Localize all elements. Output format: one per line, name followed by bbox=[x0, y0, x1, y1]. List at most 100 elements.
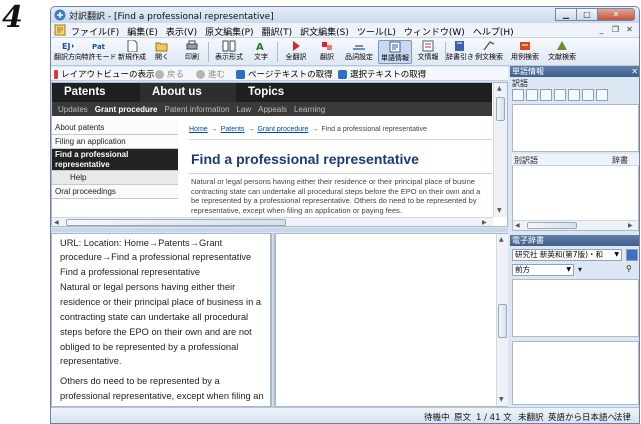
scroll-up-icon[interactable]: ▲ bbox=[499, 236, 504, 243]
target-vertical-scrollbar[interactable]: ▲ ▼ bbox=[496, 234, 508, 406]
word-tool-6-icon[interactable] bbox=[582, 89, 594, 101]
match-direction-select[interactable]: 前方 ▼ bbox=[512, 264, 574, 276]
menu-target-edit[interactable]: 訳文編集(S) bbox=[300, 25, 349, 38]
sub-nav-updates[interactable]: Updates bbox=[58, 105, 88, 114]
word-tool-4-icon[interactable] bbox=[554, 89, 566, 101]
side-nav-find-representative[interactable]: Find a professional representative bbox=[52, 149, 178, 171]
tab-about-us[interactable]: About us bbox=[140, 83, 236, 102]
layout-view-button[interactable]: レイアウトビューの表示 bbox=[54, 68, 155, 80]
toolbar-translate-all-button[interactable]: 全翻訳 bbox=[283, 40, 309, 64]
binoculars-icon[interactable]: ⚲ bbox=[626, 264, 632, 273]
toolbar-translate-button[interactable]: 翻訳 bbox=[316, 40, 338, 64]
menu-view[interactable]: 表示(V) bbox=[166, 25, 197, 38]
scroll-thumb[interactable] bbox=[527, 222, 577, 229]
word-tool-1-icon[interactable] bbox=[512, 89, 524, 101]
menu-help[interactable]: ヘルプ(H) bbox=[473, 25, 514, 38]
scroll-left-icon[interactable]: ◀ bbox=[54, 219, 59, 226]
web-vertical-scrollbar[interactable]: ▲ ▼ bbox=[493, 83, 507, 217]
get-page-text-button[interactable]: ページテキストの取得 bbox=[236, 68, 333, 80]
scroll-up-icon[interactable]: ▲ bbox=[497, 85, 502, 92]
source-line: Natural or legal persons having either t… bbox=[60, 282, 236, 292]
toolbar-font-button[interactable]: A 文字 bbox=[250, 40, 272, 64]
toolbar-literature-search-button[interactable]: 文献検索 bbox=[545, 40, 579, 64]
sub-nav-law[interactable]: Law bbox=[236, 105, 251, 114]
mdi-restore-icon[interactable]: ❐ bbox=[609, 24, 622, 36]
menu-edit[interactable]: 編集(E) bbox=[127, 25, 158, 38]
toolbar-sentence-info-button[interactable]: 文情報 bbox=[415, 40, 441, 64]
column-dictionary[interactable]: 辞書 bbox=[612, 155, 628, 166]
title-bar[interactable]: 対訳翻訳 - [Find a professional representati… bbox=[51, 7, 639, 23]
pane-splitter[interactable] bbox=[51, 228, 508, 232]
scroll-right-icon[interactable]: ▶ bbox=[628, 222, 633, 229]
dictionary-input-area[interactable] bbox=[512, 279, 639, 337]
sub-nav-appeals[interactable]: Appeals bbox=[258, 105, 287, 114]
word-tool-7-icon[interactable] bbox=[596, 89, 608, 101]
word-tool-3-icon[interactable] bbox=[540, 89, 552, 101]
scroll-thumb[interactable] bbox=[496, 97, 505, 121]
dictionary-select[interactable]: 研究社 新英和(第7版)・和 ▼ bbox=[512, 249, 622, 261]
minimize-button[interactable]: ▁ bbox=[555, 8, 577, 21]
toolbar-pos-settings-button[interactable]: 品詞設定 bbox=[343, 40, 375, 64]
toolbar-patent-mode-button[interactable]: Pat 特許モード bbox=[82, 40, 117, 64]
side-nav-filing[interactable]: Filing an application bbox=[52, 135, 178, 149]
scroll-left-icon[interactable]: ◀ bbox=[515, 222, 520, 229]
word-list-area[interactable] bbox=[512, 104, 639, 152]
word-label: 訳語 bbox=[512, 79, 528, 88]
scroll-thumb[interactable] bbox=[498, 304, 507, 338]
breadcrumb-grant[interactable]: Grant procedure bbox=[257, 126, 308, 133]
status-state: 待機中 bbox=[424, 413, 450, 423]
forward-button[interactable]: 進む bbox=[196, 68, 225, 80]
tab-patents[interactable]: Patents bbox=[52, 83, 140, 102]
document-icon[interactable] bbox=[54, 24, 66, 36]
source-text-pane[interactable]: URL: Location: Home→Patents→Grant proced… bbox=[51, 233, 271, 407]
breadcrumb-patents[interactable]: Patents bbox=[221, 126, 245, 133]
toolbar-open-button[interactable]: 開く bbox=[151, 40, 173, 64]
toolbar-dict-lookup-button[interactable]: 辞書引き bbox=[446, 40, 474, 64]
menu-bar: ファイル(F) 編集(E) 表示(V) 原文編集(P) 翻訳(T) 訳文編集(S… bbox=[51, 23, 639, 38]
maximize-button[interactable]: □ bbox=[576, 8, 598, 21]
get-selected-text-button[interactable]: 選択テキストの取得 bbox=[338, 68, 426, 80]
target-text-pane[interactable]: ▲ ▼ bbox=[275, 233, 508, 407]
font-icon: A bbox=[256, 42, 264, 52]
alt-word-horizontal-scrollbar[interactable]: ◀ ▶ bbox=[513, 220, 638, 230]
toolbar-print-button[interactable]: 印刷 bbox=[181, 40, 203, 64]
dictionary-result-area[interactable] bbox=[512, 341, 639, 405]
scroll-down-icon[interactable]: ▼ bbox=[497, 207, 502, 214]
sub-nav-grant-procedure[interactable]: Grant procedure bbox=[95, 105, 158, 114]
menu-window[interactable]: ウィンドウ(W) bbox=[404, 25, 465, 38]
side-nav-help[interactable]: Help bbox=[52, 171, 178, 185]
column-alt-word[interactable]: 別訳語 bbox=[514, 155, 538, 166]
mdi-close-icon[interactable]: ✕ bbox=[623, 24, 636, 36]
dictionary-go-icon[interactable] bbox=[626, 249, 638, 261]
side-nav-oral-proceedings[interactable]: Oral proceedings bbox=[52, 185, 178, 199]
chevron-down-icon[interactable]: ▾ bbox=[578, 265, 582, 274]
web-horizontal-scrollbar[interactable]: ◀ ▶ bbox=[52, 217, 493, 226]
toolbar-example-search-button[interactable]: 例文検索 bbox=[474, 40, 504, 64]
menu-source-edit[interactable]: 原文編集(P) bbox=[205, 25, 253, 38]
word-tool-5-icon[interactable] bbox=[568, 89, 580, 101]
scroll-thumb[interactable] bbox=[66, 219, 286, 226]
scroll-right-icon[interactable]: ▶ bbox=[482, 219, 487, 226]
tab-topics[interactable]: Topics bbox=[236, 83, 326, 102]
sub-nav-learning[interactable]: Learning bbox=[294, 105, 325, 114]
side-nav-about-patents[interactable]: About patents bbox=[52, 121, 178, 135]
word-tool-2-icon[interactable] bbox=[526, 89, 538, 101]
back-button[interactable]: 戻る bbox=[155, 68, 184, 80]
close-button[interactable]: ✕ bbox=[597, 8, 635, 21]
toolbar-usage-search-button[interactable]: 用例検索 bbox=[509, 40, 541, 64]
toolbar-new-button[interactable]: 新規作成 bbox=[118, 40, 146, 64]
alt-word-list[interactable]: ◀ ▶ bbox=[512, 166, 639, 231]
scroll-down-icon[interactable]: ▼ bbox=[499, 396, 504, 403]
toolbar-view-format-button[interactable]: 表示形式 bbox=[213, 40, 245, 64]
toolbar-direction-button[interactable]: EJ 翻訳方向 bbox=[54, 40, 82, 64]
menu-translate[interactable]: 翻訳(T) bbox=[262, 25, 293, 38]
svg-text:EJ: EJ bbox=[62, 42, 70, 51]
close-icon[interactable]: ✕ bbox=[631, 66, 638, 77]
menu-tools[interactable]: ツール(L) bbox=[357, 25, 396, 38]
mdi-minimize-icon[interactable]: _ bbox=[595, 24, 608, 36]
menu-file[interactable]: ファイル(F) bbox=[71, 25, 119, 38]
status-direction: 英語から日本語へ bbox=[548, 413, 617, 423]
toolbar-word-info-button[interactable]: 単語情報 bbox=[378, 40, 412, 64]
sub-nav-patent-information[interactable]: Patent information bbox=[164, 105, 229, 114]
breadcrumb-home[interactable]: Home bbox=[189, 126, 208, 133]
